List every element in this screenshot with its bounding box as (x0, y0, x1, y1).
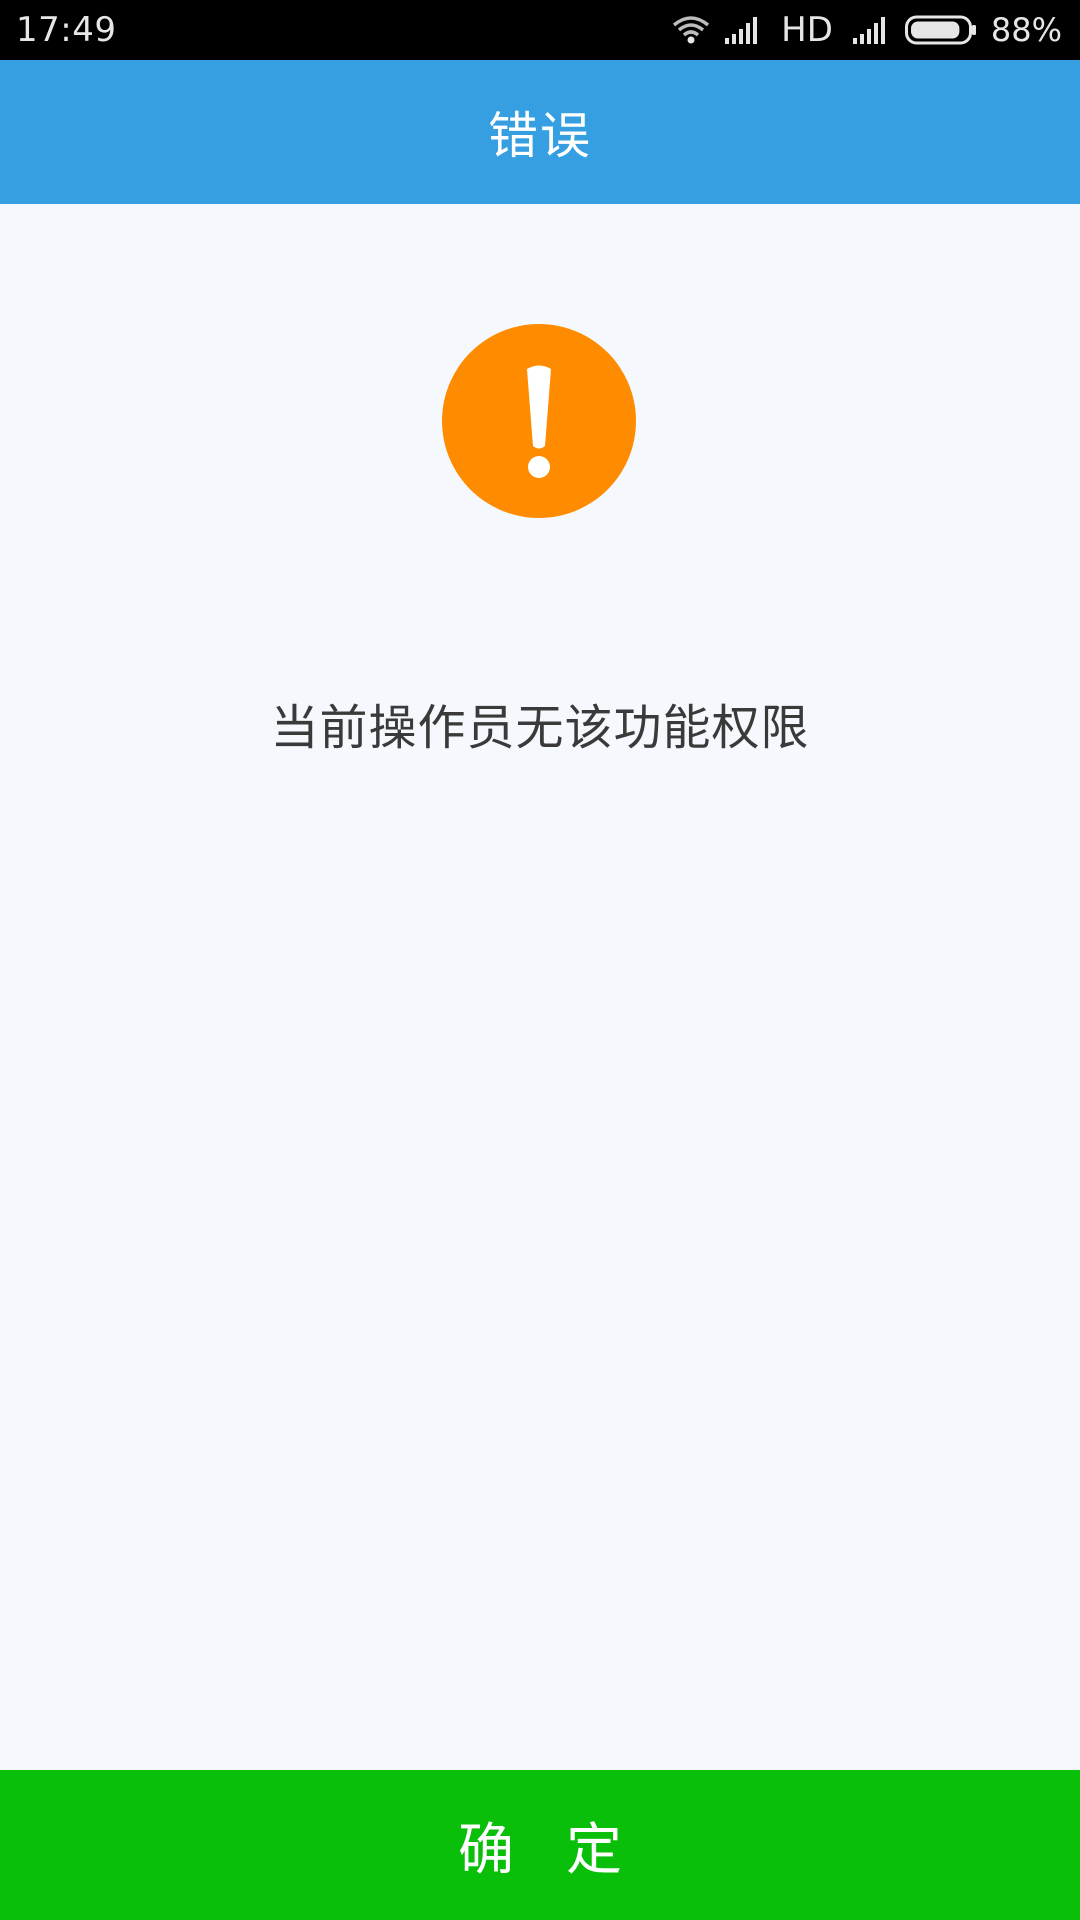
battery-fill (910, 21, 960, 39)
error-screen: 17:49 HD 88% 错误 当前操作员无该功能权限 确定 (0, 0, 1080, 1920)
app-header: 错误 (0, 60, 1080, 204)
wifi-icon (671, 15, 711, 45)
error-message: 当前操作员无该功能权限 (270, 700, 810, 756)
page-title: 错误 (488, 107, 592, 165)
error-content: 当前操作员无该功能权限 (0, 204, 1080, 1770)
exclamation-icon (442, 324, 636, 518)
status-bar: 17:49 HD 88% (0, 0, 1080, 60)
status-icons: HD 88% (671, 10, 1062, 50)
confirm-button[interactable]: 确定 (0, 1770, 1080, 1920)
signal-icon (725, 16, 763, 44)
battery-percent: 88% (990, 11, 1062, 49)
network-type: HD (781, 10, 833, 50)
signal-icon (852, 16, 891, 44)
battery-icon (904, 15, 977, 45)
status-time: 17:49 (16, 10, 117, 50)
